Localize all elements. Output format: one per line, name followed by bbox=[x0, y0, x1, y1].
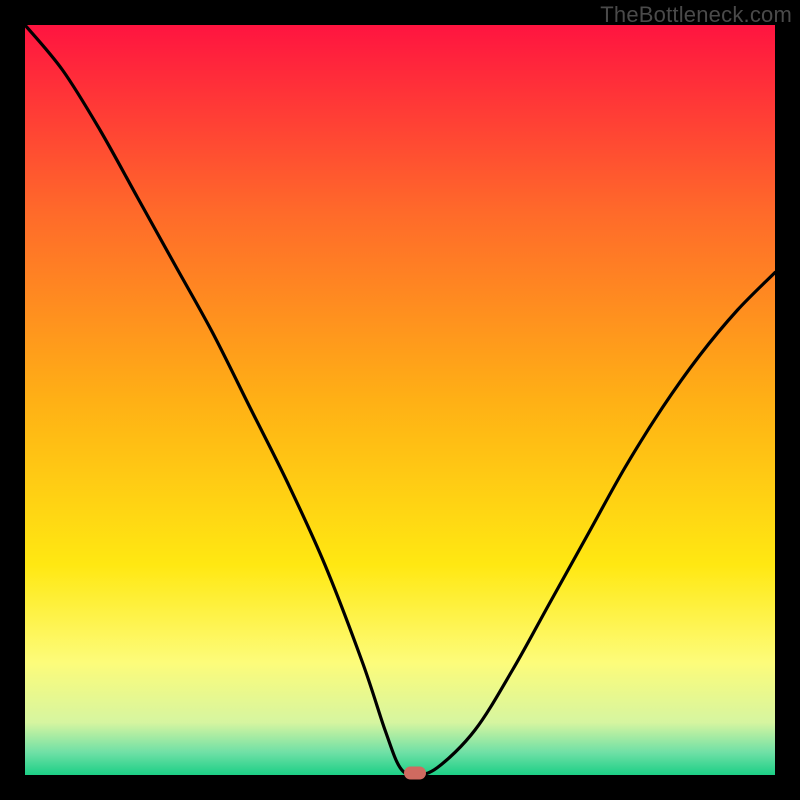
gradient-bg bbox=[25, 25, 775, 775]
watermark-text: TheBottleneck.com bbox=[600, 2, 792, 28]
optimal-marker bbox=[404, 767, 426, 780]
plot-area bbox=[25, 25, 775, 775]
plot-svg bbox=[25, 25, 775, 775]
chart-frame: TheBottleneck.com bbox=[0, 0, 800, 800]
